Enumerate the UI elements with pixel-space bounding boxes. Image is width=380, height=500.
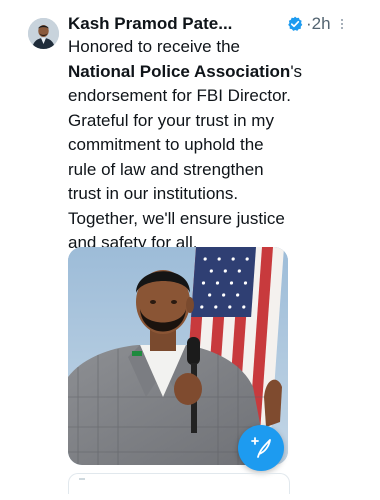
- post-text-line: trust in our institutions.: [68, 182, 368, 207]
- post-text: Honored to receive the National Police As…: [68, 35, 368, 280]
- next-post-preview[interactable]: [68, 473, 290, 494]
- text-segment: Honored to receive the: [68, 37, 240, 56]
- author-display-name[interactable]: Kash Pramod Pate...: [68, 13, 232, 35]
- bold-text: National Police Association: [68, 61, 291, 81]
- post-meta: ·2h: [306, 13, 331, 35]
- text-segment: rule of law and strengthen: [68, 159, 264, 179]
- tweet[interactable]: Kash Pramod Pate... ·2h Honored to recei…: [0, 0, 380, 500]
- text-segment: 's: [290, 61, 303, 81]
- post-timestamp[interactable]: 2h: [312, 14, 331, 33]
- text-segment: Together, we'll ensure justice: [68, 208, 285, 228]
- text-segment: trust in our institutions.: [68, 184, 239, 203]
- verified-badge-icon: [288, 16, 303, 31]
- text-segment: endorsement for FBI Director.: [68, 86, 291, 105]
- post-text-line: endorsement for FBI Director.: [68, 84, 368, 109]
- post-header: Kash Pramod Pate... ·2h: [68, 13, 368, 35]
- post-text-line: National Police Association's: [68, 60, 368, 85]
- more-options-icon[interactable]: [340, 19, 344, 31]
- compose-feather-plus-icon: [251, 437, 271, 458]
- compose-button[interactable]: [238, 425, 284, 471]
- text-segment: commitment to uphold the: [68, 135, 264, 154]
- post-text-line: commitment to uphold the: [68, 133, 368, 158]
- post-text-line: Grateful for your trust in my: [68, 109, 368, 134]
- post-text-line: rule of law and strengthen: [68, 158, 368, 183]
- author-avatar[interactable]: [28, 18, 59, 49]
- text-segment: Grateful for your trust in my: [68, 110, 274, 130]
- post-text-line: Honored to receive the: [68, 35, 368, 60]
- post-text-line: Together, we'll ensure justice: [68, 207, 368, 232]
